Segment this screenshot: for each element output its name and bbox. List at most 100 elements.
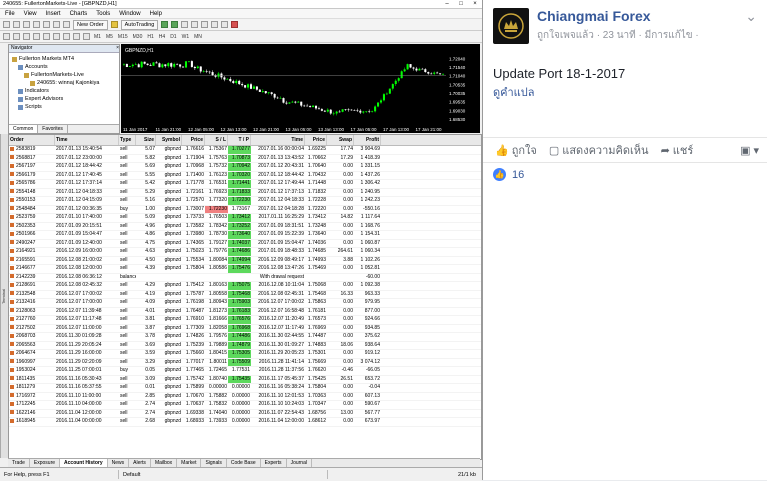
tf-m30[interactable]: M30 — [132, 34, 144, 40]
share-button[interactable]: ➦ แชร์ — [661, 141, 694, 159]
menu-charts[interactable]: Charts — [70, 11, 88, 17]
candle-chart-icon[interactable] — [171, 21, 179, 28]
column-header[interactable]: Price — [182, 135, 205, 145]
table-row[interactable]: 2554148 2017.01.12 04:18:33 sell 5.29 gbpnzd… — [9, 188, 481, 197]
auto-scroll-icon[interactable] — [221, 21, 229, 28]
column-header[interactable]: Time — [55, 135, 119, 145]
price-chart[interactable]: GBPNZD,H1 1.72040 1.71540 1.71040 1.70535 1.… — [121, 44, 480, 133]
table-row[interactable]: 2146677 2016.12.08 12:00:00 sell 4.39 gbpnzd… — [9, 265, 481, 274]
channel-icon[interactable] — [53, 33, 60, 40]
table-row[interactable]: 1811279 2016.11.16 05:37:55 sell 0.01 gbpnzd… — [9, 384, 481, 393]
fibonacci-icon[interactable] — [63, 33, 70, 40]
close-icon[interactable]: × — [468, 1, 482, 7]
table-row[interactable]: 1712245 2016.11.10 04:00:00 sell 2.74 gbpnzd… — [9, 401, 481, 410]
table-row[interactable]: 1953024 2016.11.25 07:00:01 buy 0.05 gbpnzd 1… — [9, 367, 481, 376]
table-row[interactable]: 2165591 2016.12.08 21:00:02 sell 4.50 gbpnzd… — [9, 256, 481, 265]
column-header[interactable]: Size — [136, 135, 156, 145]
table-row[interactable]: 2550153 2017.01.12 04:15:09 sell 5.16 gbpnzd… — [9, 197, 481, 206]
nav-scripts[interactable]: Scripts — [12, 103, 116, 111]
horizontal-line-icon[interactable] — [33, 33, 40, 40]
menu-tools[interactable]: Tools — [96, 11, 110, 17]
column-header[interactable]: Type — [119, 135, 136, 145]
table-row[interactable]: 2566179 2017.01.12 17:40:45 sell 5.55 gbpnzd… — [9, 171, 481, 180]
new-order-button[interactable]: New Order — [73, 19, 108, 30]
new-chart-icon[interactable] — [3, 21, 10, 28]
table-row[interactable]: 2068703 2016.11.30 01:09:28 sell 3.78 gbpnzd… — [9, 333, 481, 342]
table-row[interactable]: 1811435 2016.11.16 05:30:43 sell 3.09 gbpnzd… — [9, 375, 481, 384]
table-row[interactable]: 1716972 2016.11.10 11:00:00 sell 2.85 gbpnzd… — [9, 393, 481, 401]
menu-insert[interactable]: Insert — [46, 11, 61, 17]
table-row[interactable]: 2583819 2017.01.13 15:40:54 sell 5.07 gbpnzd… — [9, 146, 481, 155]
nav-account[interactable]: 240655: winnaj Kajonkiya — [12, 79, 116, 87]
crosshair-icon[interactable] — [13, 33, 20, 40]
tab-common[interactable]: Common — [9, 125, 39, 133]
table-row[interactable]: 2565786 2017.01.12 17:37:14 sell 5.42 gbpnzd… — [9, 180, 481, 189]
see-translation-link[interactable]: ดูคำแปล — [483, 83, 767, 101]
nav-accounts[interactable]: Accounts — [12, 63, 116, 71]
zoom-in-icon[interactable] — [191, 21, 199, 28]
line-chart-icon[interactable] — [181, 21, 189, 28]
menu-file[interactable]: File — [5, 11, 15, 17]
table-row[interactable]: 2567197 2017.01.12 18:44:42 sell 5.69 gbpnzd… — [9, 163, 481, 172]
table-row[interactable]: 2502353 2017.01.09 20:15:51 sell 4.96 gbpnzd… — [9, 222, 481, 231]
menu-window[interactable]: Window — [119, 11, 140, 17]
arrow-icon[interactable] — [83, 33, 90, 40]
navigator-close-icon[interactable]: × — [116, 45, 119, 52]
table-row[interactable]: 2128691 2016.12.08 02:45:32 sell 4.29 gbpnzd… — [9, 282, 481, 291]
column-header[interactable]: Order — [9, 135, 55, 145]
indicators-icon[interactable] — [231, 21, 239, 28]
tf-m1[interactable]: M1 — [93, 34, 102, 40]
table-row[interactable]: 2127760 2016.12.07 11:17:48 sell 3.81 gbpnzd… — [9, 316, 481, 325]
column-header[interactable]: S / L — [205, 135, 228, 145]
maximize-icon[interactable]: □ — [454, 1, 468, 7]
tile-windows-icon[interactable] — [211, 21, 219, 28]
table-row[interactable]: 2490247 2017.01.09 12:40:00 sell 4.75 gbpnzd… — [9, 239, 481, 248]
table-row[interactable]: 2132416 2016.12.07 17:00:00 sell 4.09 gbpnzd… — [9, 299, 481, 308]
table-row[interactable]: 1618945 2016.11.04 00:00:00 sell 2.68 gbpnzd… — [9, 418, 481, 427]
tf-w1[interactable]: W1 — [181, 34, 191, 40]
table-row[interactable]: 1622146 2016.11.04 12:00:00 sell 2.74 gbpnzd… — [9, 410, 481, 418]
bar-chart-icon[interactable] — [161, 21, 169, 28]
tf-mn[interactable]: MN — [193, 34, 203, 40]
nav-experts[interactable]: Expert Advisors — [12, 95, 116, 103]
column-header[interactable]: T / P — [228, 135, 251, 145]
table-row[interactable]: 2128063 2016.12.07 11:39:48 sell 4.01 gbpnzd… — [9, 307, 481, 316]
page-name[interactable]: Chiangmai Forex — [537, 8, 699, 24]
table-row[interactable]: 2142239 2016.12.08 06:36:12 balance With dr… — [9, 274, 481, 282]
column-header[interactable]: Profit — [354, 135, 381, 145]
table-row[interactable]: 1960997 2016.11.29 02:20:09 sell 3.29 gbpnzd… — [9, 358, 481, 367]
like-button[interactable]: 👍 ถูกใจ — [495, 141, 537, 159]
tab-favorites[interactable]: Favorites — [38, 125, 68, 133]
comment-button[interactable]: ▢ แสดงความคิดเห็น — [549, 141, 649, 159]
tester-icon[interactable] — [63, 21, 70, 28]
tf-d1[interactable]: D1 — [169, 34, 177, 40]
column-header[interactable]: Swap — [327, 135, 354, 145]
text-icon[interactable] — [73, 33, 80, 40]
nav-root[interactable]: Fullerton Markets MT4 — [12, 55, 116, 63]
trendline-icon[interactable] — [43, 33, 50, 40]
reactions-summary[interactable]: 👍 16 — [493, 168, 524, 181]
menu-help[interactable]: Help — [150, 11, 162, 17]
navigator-icon[interactable] — [43, 21, 50, 28]
nav-indicators[interactable]: Indicators — [12, 87, 116, 95]
minimize-icon[interactable]: – — [440, 1, 454, 7]
terminal-icon[interactable] — [53, 21, 60, 28]
table-row[interactable]: 2568817 2017.01.12 23:00:00 sell 5.82 gbpnzd… — [9, 154, 481, 163]
chevron-down-icon[interactable]: ⌄ — [745, 8, 757, 44]
market-watch-icon[interactable] — [23, 21, 30, 28]
table-row[interactable]: 2132548 2016.12.07 17:00:02 sell 4.19 gbpnzd… — [9, 290, 481, 299]
column-header[interactable]: Symbol — [156, 135, 182, 145]
table-row[interactable]: 2548484 2017.01.12 00:36:35 buy 1.00 gbpnzd 1… — [9, 205, 481, 214]
zoom-out-icon[interactable] — [201, 21, 209, 28]
autotrading-button[interactable]: AutoTrading — [120, 19, 159, 30]
tf-h4[interactable]: H4 — [158, 34, 166, 40]
table-row[interactable]: 2065563 2016.11.29 20:05:24 sell 3.69 gbpnzd… — [9, 341, 481, 350]
data-window-icon[interactable] — [33, 21, 40, 28]
nav-server[interactable]: FullertonMarkets-Live — [12, 71, 116, 79]
table-row[interactable]: 2523759 2017.01.10 17:40:00 sell 5.09 gbpnzd… — [9, 214, 481, 223]
tf-m15[interactable]: M15 — [117, 34, 129, 40]
table-row[interactable]: 2127502 2016.12.07 11:00:00 sell 3.87 gbpnzd… — [9, 324, 481, 333]
page-avatar[interactable] — [493, 8, 529, 44]
page-select-button[interactable]: ▣ ▾ — [740, 144, 759, 157]
tf-m5[interactable]: M5 — [105, 34, 114, 40]
